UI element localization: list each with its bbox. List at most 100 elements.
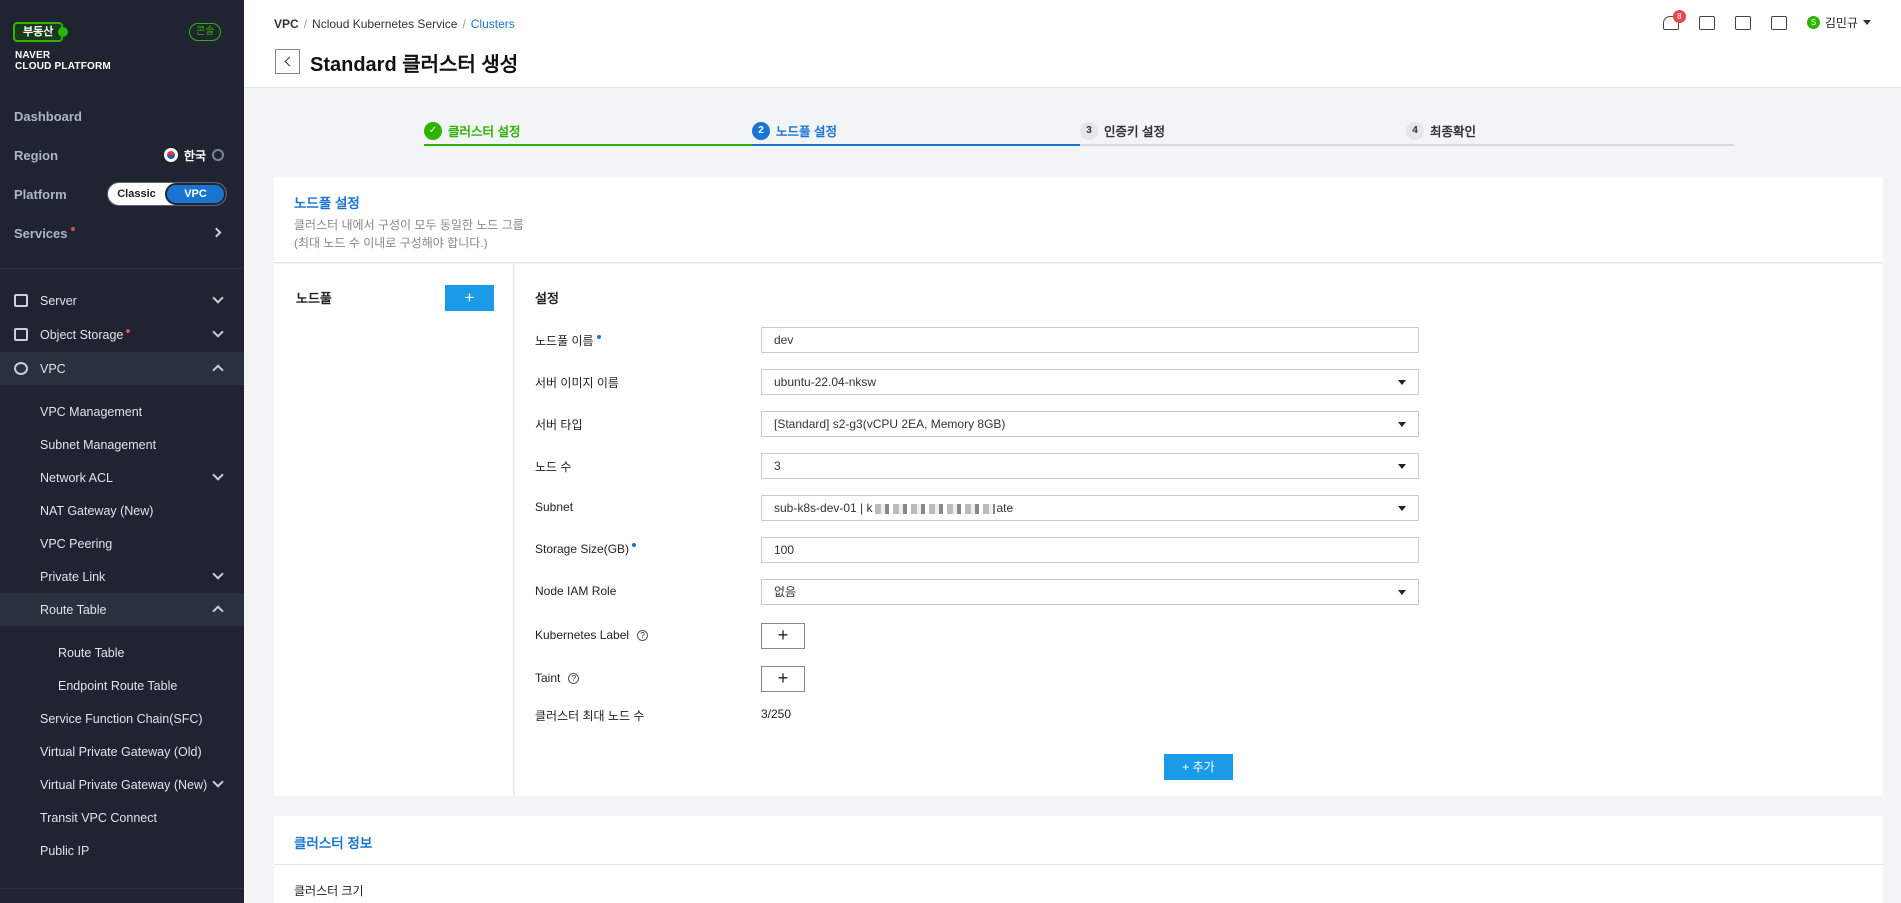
step-label: 최종확인	[1430, 125, 1477, 139]
field-label: 노드 수	[535, 460, 572, 474]
step-number: 4	[1406, 121, 1424, 140]
menu-vpc[interactable]: VPC	[0, 352, 244, 385]
field-cluster-max-nodes: 클러스터 최대 노드 수 3/250	[535, 702, 1435, 728]
nodepool-settings: 설정 노드풀 이름 서버 이미지 이름 ubuntu-22.04-nksw 서버…	[515, 264, 1883, 796]
book-icon[interactable]	[1770, 15, 1787, 30]
menu-vpc-label: VPC	[40, 361, 66, 376]
sidebar-item-nat-gateway[interactable]: NAT Gateway (New)	[0, 494, 244, 527]
brand-line2: CLOUD PLATFORM	[15, 61, 111, 72]
sidebar-item-private-link[interactable]: Private Link	[0, 560, 244, 593]
sidebar-item-vpc-peering[interactable]: VPC Peering	[0, 527, 244, 560]
step-nodepool-settings[interactable]: 2 노드풀 설정	[752, 115, 837, 146]
breadcrumb-separator: /	[303, 17, 308, 31]
field-server-type: 서버 타입 [Standard] s2-g3(vCPU 2EA, Memory …	[535, 411, 1435, 437]
sidebar-item-endpoint-route-table[interactable]: Endpoint Route Table	[0, 669, 244, 702]
gear-icon[interactable]	[212, 149, 224, 161]
console-badge[interactable]: 콘솔	[189, 23, 222, 41]
add-button[interactable]: + 추가	[1164, 754, 1233, 780]
server-type-select[interactable]: [Standard] s2-g3(vCPU 2EA, Memory 8GB)	[761, 411, 1419, 437]
sidebar-divider	[0, 268, 244, 269]
page-title: Standard 클러스터 생성	[310, 54, 519, 76]
step-auth-key-settings[interactable]: 3 인증키 설정	[1080, 115, 1165, 146]
sidebar-services[interactable]: Services	[0, 216, 244, 250]
required-dot-icon	[632, 543, 637, 547]
sidebar-item-public-ip[interactable]: Public IP	[0, 834, 244, 867]
field-label: 클러스터 최대 노드 수	[535, 709, 645, 723]
nodepool-list: 노드풀 +	[274, 264, 514, 796]
label-text: Kubernetes Label	[535, 628, 630, 642]
sidebar-item-network-acl[interactable]: Network ACL	[0, 461, 244, 494]
stepper: ✓ 클러스터 설정 2 노드풀 설정 3 인증키 설정 4 최종확인	[424, 115, 1734, 147]
back-button[interactable]	[275, 49, 300, 74]
step-label: 인증키 설정	[1104, 125, 1165, 139]
notification-count-badge: 8	[1672, 9, 1686, 23]
node-iam-role-select[interactable]: 없음	[761, 579, 1419, 605]
menu-server-label: Server	[40, 293, 77, 308]
step-cluster-settings[interactable]: ✓ 클러스터 설정	[424, 115, 520, 146]
edit-icon[interactable]	[1734, 15, 1751, 30]
storage-size-input[interactable]	[761, 537, 1419, 563]
subnet-value-prefix: sub-k8s-dev-01 | k	[774, 501, 873, 515]
field-taint: Taint? +	[535, 666, 1435, 692]
help-icon[interactable]: ?	[568, 672, 580, 684]
page-header: VPC / Ncloud Kubernetes Service / Cluste…	[244, 0, 1901, 88]
brand-logo[interactable]: NAVER CLOUD PLATFORM	[15, 50, 111, 72]
chevron-down-icon	[212, 469, 224, 481]
caret-down-icon	[1863, 20, 1871, 25]
vpg-new-label: Virtual Private Gateway (New)	[40, 777, 208, 792]
vpc-icon	[14, 362, 28, 375]
add-kubernetes-label-button[interactable]: +	[761, 623, 805, 649]
chevron-up-icon	[212, 364, 224, 376]
field-node-count: 노드 수 3	[535, 453, 1435, 479]
nodepool-name-input[interactable]	[761, 327, 1419, 353]
sidebar-item-subnet-management[interactable]: Subnet Management	[0, 428, 244, 461]
sidebar-item-vpg-new[interactable]: Virtual Private Gateway (New)	[0, 768, 244, 801]
subnet-select[interactable]: sub-k8s-dev-01 | k ate	[761, 495, 1419, 521]
sidebar-item-vpc-management[interactable]: VPC Management	[0, 395, 244, 428]
brand-badge[interactable]: 부동산	[13, 22, 69, 42]
network-acl-label: Network ACL	[40, 470, 113, 485]
breadcrumb-clusters[interactable]: Clusters	[471, 17, 515, 31]
platform-toggle[interactable]: Classic VPC	[107, 182, 227, 206]
step-final-review[interactable]: 4 최종확인	[1406, 115, 1476, 146]
server-image-select[interactable]: ubuntu-22.04-nksw	[761, 369, 1419, 395]
sidebar-item-vpg-old[interactable]: Virtual Private Gateway (Old)	[0, 735, 244, 768]
section-title: 노드풀 설정	[294, 196, 360, 211]
field-nodepool-name: 노드풀 이름	[535, 327, 1435, 353]
breadcrumb-nks[interactable]: Ncloud Kubernetes Service	[312, 17, 457, 31]
breadcrumb-vpc[interactable]: VPC	[274, 17, 299, 31]
help-icon[interactable]: ?	[637, 629, 649, 641]
menu-object-storage[interactable]: Object Storage	[0, 318, 244, 351]
field-label: 서버 타입	[535, 418, 583, 432]
add-nodepool-button[interactable]: +	[445, 285, 494, 311]
sidebar-item-transit-vpc[interactable]: Transit VPC Connect	[0, 801, 244, 834]
region-label: Region	[14, 147, 59, 163]
user-menu[interactable]: S 김민규	[1806, 14, 1871, 31]
brand-line1: NAVER	[15, 50, 51, 61]
nodepool-section-header: 노드풀 설정 클러스터 내에서 구성이 모두 동일한 노드 그룹 (최대 노드 …	[274, 177, 1883, 263]
menu-object-storage-label: Object Storage	[40, 327, 124, 342]
chevron-left-icon	[284, 56, 294, 67]
required-dot-icon	[596, 334, 601, 339]
chat-icon[interactable]	[1698, 15, 1715, 30]
sidebar-item-route-table[interactable]: Route Table	[0, 593, 244, 626]
sidebar-item-sfc[interactable]: Service Function Chain(SFC)	[0, 702, 244, 735]
platform-option-vpc[interactable]: VPC	[165, 183, 226, 205]
platform-option-classic[interactable]: Classic	[108, 183, 165, 205]
settings-title: 설정	[535, 291, 559, 306]
korea-flag-icon	[163, 148, 178, 162]
sidebar-item-route-table-sub[interactable]: Route Table	[0, 636, 244, 669]
add-taint-button[interactable]: +	[761, 666, 805, 692]
field-label: Taint?	[535, 671, 580, 685]
menu-server[interactable]: Server	[0, 284, 244, 317]
section-description: 클러스터 내에서 구성이 모두 동일한 노드 그룹 (최대 노드 수 이내로 구…	[294, 216, 524, 252]
field-storage-size: Storage Size(GB)	[535, 537, 1435, 563]
check-icon: ✓	[424, 121, 442, 140]
field-label: 노드풀 이름	[535, 332, 601, 349]
sidebar-region[interactable]: Region 한국	[0, 138, 244, 172]
avatar: S	[1806, 16, 1820, 29]
sidebar-dashboard[interactable]: Dashboard	[0, 99, 244, 133]
label-text: 노드풀 이름	[535, 334, 594, 348]
bell-icon[interactable]: 8	[1662, 9, 1686, 30]
node-count-select[interactable]: 3	[761, 453, 1419, 479]
